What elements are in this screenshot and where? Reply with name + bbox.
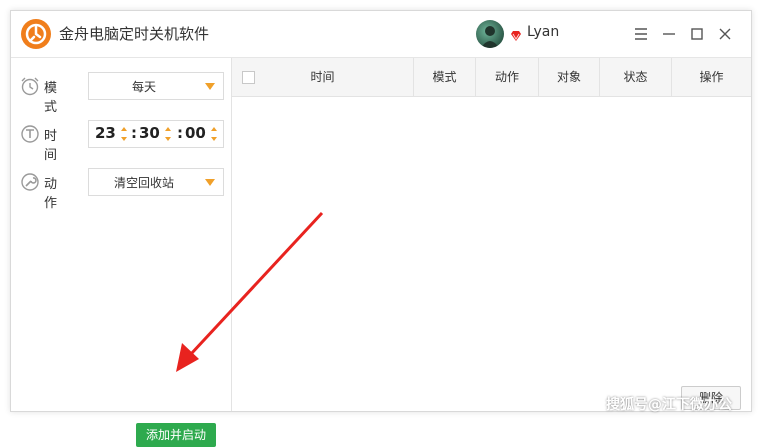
- annotation-arrow: [176, 211, 324, 372]
- add-and-start-button[interactable]: 添加并启动: [136, 423, 216, 447]
- annotation-arrow-line: [189, 211, 324, 356]
- watermark: 搜狐号@江下微办公: [606, 397, 732, 413]
